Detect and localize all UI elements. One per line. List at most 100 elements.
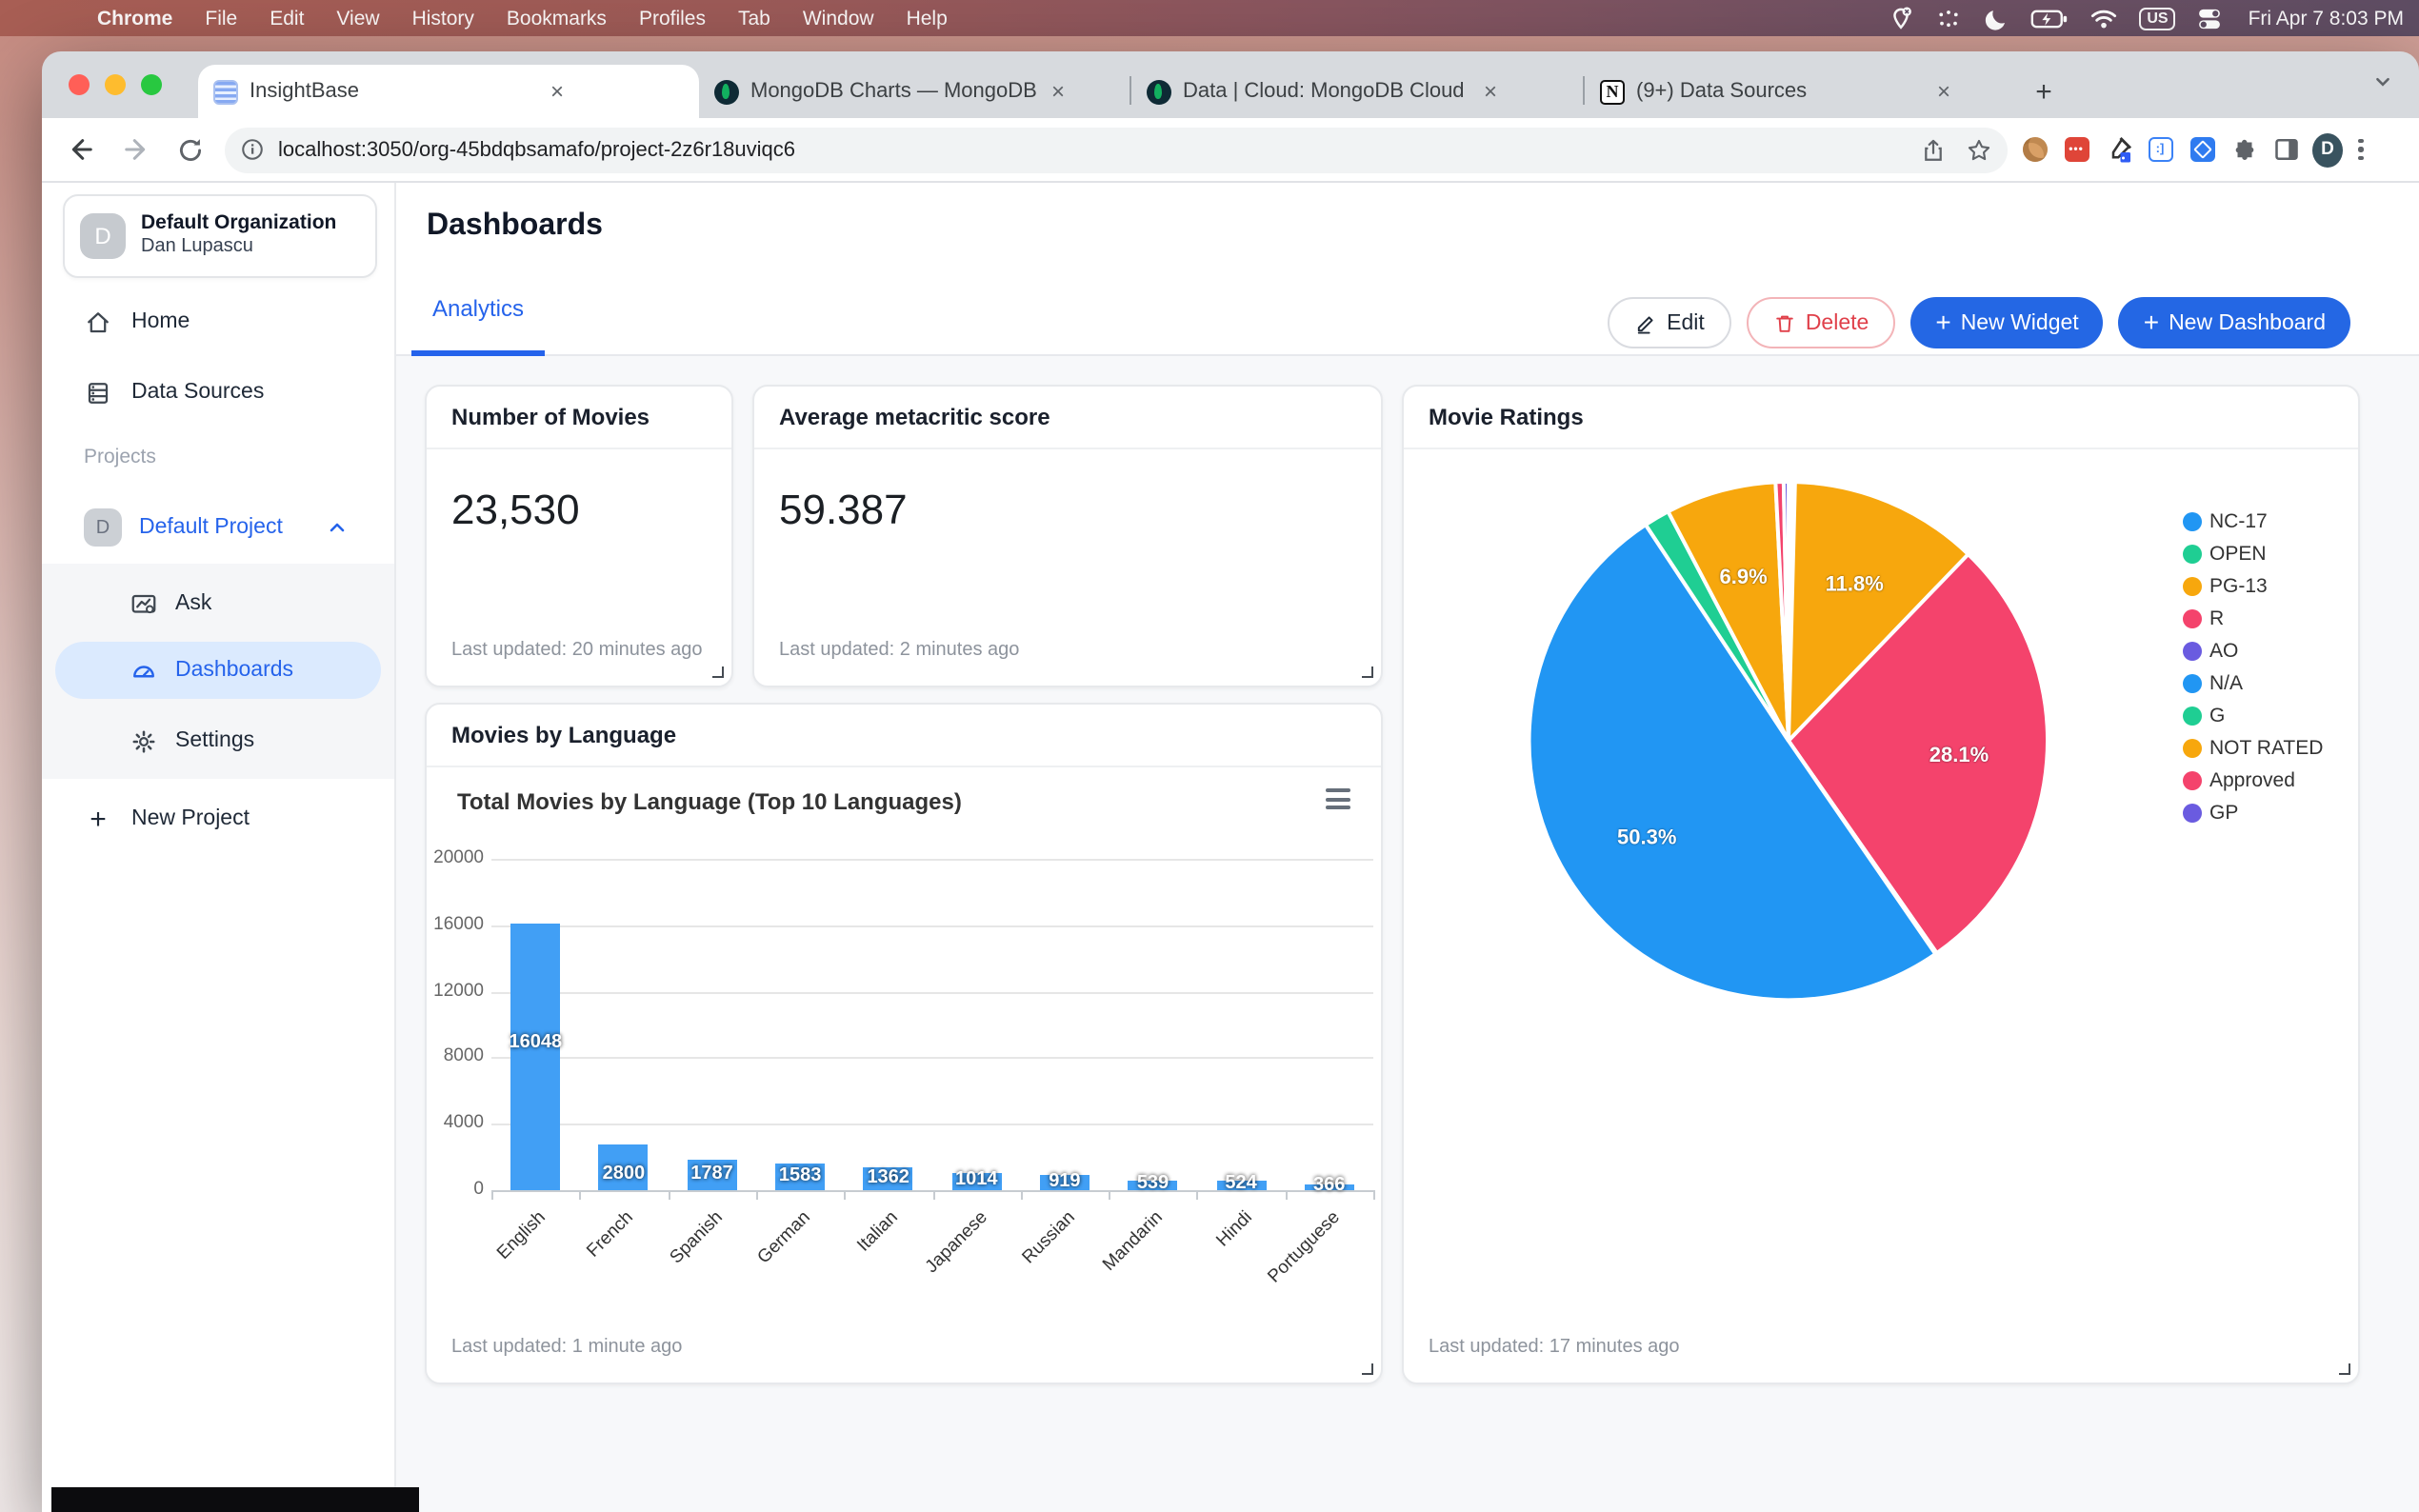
sidebar-item-settings[interactable]: Settings <box>42 712 394 769</box>
legend-item-pg-13[interactable]: PG-13 <box>2183 569 2323 602</box>
legend-item-n-a[interactable]: N/A <box>2183 666 2323 699</box>
legend-item-gp[interactable]: GP <box>2183 796 2323 828</box>
sidebar-project-default[interactable]: D Default Project <box>42 499 396 556</box>
tab-mongodb-cloud[interactable]: Data | Cloud: MongoDB Cloud × <box>1131 65 1583 118</box>
legend-item-approved[interactable]: Approved <box>2183 764 2323 796</box>
eyedropper-extension-icon[interactable] <box>2104 135 2132 164</box>
legend-item-not-rated[interactable]: NOT RATED <box>2183 731 2323 764</box>
menu-bookmarks[interactable]: Bookmarks <box>507 7 607 30</box>
sidebar-item-home[interactable]: Home <box>42 293 396 350</box>
ask-chart-icon <box>130 589 158 618</box>
minimize-window-button[interactable] <box>105 74 126 95</box>
input-source-badge[interactable]: US <box>2139 7 2175 30</box>
sidebar-panel-icon[interactable] <box>2271 135 2300 164</box>
legend-swatch <box>2183 770 2202 789</box>
organization-switcher[interactable]: D Default Organization Dan Lupascu <box>63 194 377 278</box>
legend-item-r[interactable]: R <box>2183 602 2323 634</box>
tab-data-sources[interactable]: N (9+) Data Sources × <box>1585 65 2013 118</box>
sidebar-item-ask[interactable]: Ask <box>42 575 394 632</box>
chart-menu-icon[interactable] <box>1326 788 1350 809</box>
menu-profiles[interactable]: Profiles <box>639 7 706 30</box>
y-axis-tick-label: 8000 <box>427 1046 484 1067</box>
bar-value-label: 16048 <box>478 1031 592 1052</box>
tab-analytics[interactable]: Analytics <box>411 295 545 322</box>
legend-item-g[interactable]: G <box>2183 699 2323 731</box>
project-name: Default Project <box>139 516 283 539</box>
resize-handle[interactable] <box>2339 1363 2350 1375</box>
tab-close-icon[interactable]: × <box>1480 78 1501 105</box>
resize-handle[interactable] <box>712 666 724 678</box>
location-pin-icon[interactable] <box>1888 5 1914 31</box>
tab-close-icon[interactable]: × <box>1048 78 1069 105</box>
menu-window[interactable]: Window <box>803 7 874 30</box>
menu-edit[interactable]: Edit <box>270 7 304 30</box>
tab-title: Data | Cloud: MongoDB Cloud <box>1183 80 1469 103</box>
tab-insightbase[interactable]: InsightBase × <box>198 65 699 118</box>
bar-chart-title: Total Movies by Language (Top 10 Languag… <box>457 788 962 815</box>
url-text[interactable]: localhost:3050/org-45bdqbsamafo/project-… <box>278 138 1920 161</box>
control-center-icon[interactable] <box>2197 5 2224 31</box>
dots-status-icon[interactable] <box>1935 5 1962 31</box>
widget-updated-text: Last updated: 17 minutes ago <box>1429 1337 1680 1358</box>
address-bar[interactable]: localhost:3050/org-45bdqbsamafo/project-… <box>225 127 2008 172</box>
tag-extension-icon[interactable] <box>2189 137 2214 162</box>
cookie-extension-icon[interactable] <box>2022 137 2047 162</box>
resize-handle[interactable] <box>1362 1363 1373 1375</box>
legend-label: R <box>2209 607 2224 629</box>
y-axis-tick-label: 4000 <box>427 1112 484 1133</box>
browser-menu-icon[interactable] <box>2358 139 2363 161</box>
forward-icon[interactable] <box>120 133 152 166</box>
y-axis-tick-label: 20000 <box>427 847 484 868</box>
zoom-window-button[interactable] <box>141 74 162 95</box>
menu-file[interactable]: File <box>205 7 237 30</box>
new-tab-button[interactable]: + <box>2021 69 2067 114</box>
bar-english[interactable] <box>510 925 560 1190</box>
dashboard-canvas: Number of Movies 23,530 Last updated: 20… <box>396 356 2419 1512</box>
extensions-puzzle-icon[interactable] <box>2229 135 2258 164</box>
share-icon[interactable] <box>1920 136 1947 163</box>
legend-label: N/A <box>2209 671 2243 694</box>
chevron-up-icon[interactable] <box>327 516 350 539</box>
delete-button[interactable]: Delete <box>1747 297 1896 348</box>
menu-view[interactable]: View <box>336 7 379 30</box>
legend-item-open[interactable]: OPEN <box>2183 537 2323 569</box>
tab-mongodb-charts[interactable]: MongoDB Charts — MongoDB × <box>699 65 1130 118</box>
bookmark-star-icon[interactable] <box>1966 136 1992 163</box>
tab-search-chevron-icon[interactable] <box>2369 69 2396 95</box>
json-extension-icon[interactable]: :] <box>2148 137 2172 162</box>
legend-label: NC-17 <box>2209 509 2268 532</box>
legend-item-ao[interactable]: AO <box>2183 634 2323 666</box>
new-dashboard-button[interactable]: + New Dashboard <box>2119 297 2350 348</box>
dashboard-gauge-icon <box>130 656 158 685</box>
menu-chrome[interactable]: Chrome <box>97 7 172 30</box>
tab-strip: InsightBase × MongoDB Charts — MongoDB ×… <box>42 51 2419 118</box>
password-extension-icon[interactable]: ••• <box>2064 137 2089 162</box>
browser-profile-avatar[interactable]: D <box>2312 132 2343 167</box>
battery-icon[interactable] <box>2030 7 2069 30</box>
close-window-button[interactable] <box>69 74 90 95</box>
widget-updated-text: Last updated: 1 minute ago <box>451 1337 682 1358</box>
menu-tab[interactable]: Tab <box>738 7 770 30</box>
site-info-icon[interactable] <box>240 137 265 162</box>
menu-history[interactable]: History <box>412 7 474 30</box>
sidebar-item-data-sources[interactable]: Data Sources <box>42 364 396 421</box>
do-not-disturb-moon-icon[interactable] <box>1983 5 2009 31</box>
tab-close-icon[interactable]: × <box>547 78 568 105</box>
new-widget-button[interactable]: + New Widget <box>1910 297 2103 348</box>
x-axis-tick <box>580 1190 582 1200</box>
sidebar-item-dashboards[interactable]: Dashboards <box>55 642 381 699</box>
menu-help[interactable]: Help <box>907 7 948 30</box>
tab-close-icon[interactable]: × <box>1933 78 1954 105</box>
y-axis-tick-label: 12000 <box>427 980 484 1001</box>
legend-swatch <box>2183 673 2202 692</box>
menu-bar-clock[interactable]: Fri Apr 7 8:03 PM <box>2249 7 2404 30</box>
sidebar-new-project-button[interactable]: + New Project <box>42 790 396 847</box>
reload-icon[interactable] <box>175 134 206 165</box>
macos-menu-bar: Chrome File Edit View History Bookmarks … <box>0 0 2419 36</box>
back-icon[interactable] <box>65 133 97 166</box>
legend-item-nc-17[interactable]: NC-17 <box>2183 505 2323 537</box>
widget-value: 59.387 <box>779 486 908 535</box>
wifi-icon[interactable] <box>2089 7 2118 30</box>
resize-handle[interactable] <box>1362 666 1373 678</box>
edit-button[interactable]: Edit <box>1608 297 1731 348</box>
